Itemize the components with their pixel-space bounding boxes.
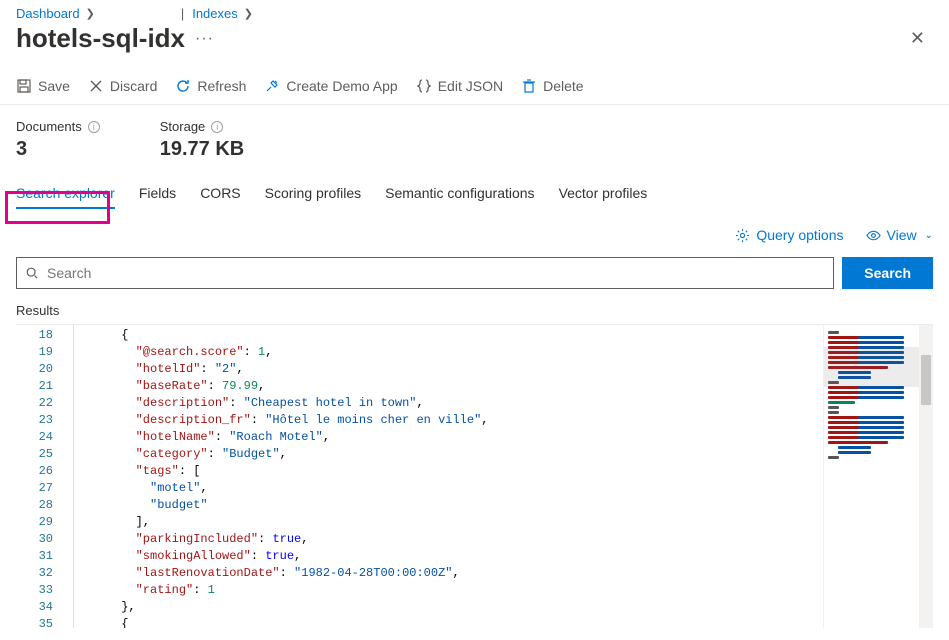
chevron-right-icon: ❯: [86, 7, 95, 20]
refresh-label: Refresh: [197, 78, 246, 94]
minimap-viewport[interactable]: [824, 347, 919, 387]
stat-storage: Storage i 19.77 KB: [160, 119, 245, 161]
discard-label: Discard: [110, 78, 157, 94]
chevron-right-icon: ❯: [244, 7, 253, 20]
delete-label: Delete: [543, 78, 583, 94]
title-row: hotels-sql-idx ··· ✕: [0, 21, 949, 72]
edit-json-label: Edit JSON: [438, 78, 503, 94]
tab-row: Search explorer Fields CORS Scoring prof…: [0, 179, 949, 209]
storage-label: Storage: [160, 119, 206, 134]
stats-row: Documents i 3 Storage i 19.77 KB: [0, 105, 949, 179]
trash-icon: [521, 78, 537, 94]
breadcrumb: Dashboard ❯ | Indexes ❯: [0, 0, 949, 21]
minimap[interactable]: [823, 325, 933, 628]
discard-button[interactable]: Discard: [88, 78, 157, 94]
search-box[interactable]: [16, 257, 834, 289]
create-demo-label: Create Demo App: [286, 78, 397, 94]
search-button[interactable]: Search: [842, 257, 933, 289]
line-gutter: 181920212223242526272829303132333435: [16, 325, 74, 628]
eye-icon: [866, 228, 881, 243]
page-title: hotels-sql-idx: [16, 23, 185, 54]
tab-search-explorer[interactable]: Search explorer: [16, 179, 115, 209]
tab-fields[interactable]: Fields: [139, 179, 176, 209]
edit-json-button[interactable]: Edit JSON: [416, 78, 503, 94]
query-bar: Query options View ⌄: [0, 209, 949, 251]
more-actions-button[interactable]: ···: [195, 30, 214, 48]
scrollbar[interactable]: [919, 325, 933, 628]
search-input[interactable]: [39, 259, 825, 287]
view-label: View: [887, 227, 917, 243]
save-button[interactable]: Save: [16, 78, 70, 94]
close-button[interactable]: ✕: [902, 24, 933, 53]
create-demo-button[interactable]: Create Demo App: [264, 78, 397, 94]
refresh-icon: [175, 78, 191, 94]
tools-icon: [264, 78, 280, 94]
save-icon: [16, 78, 32, 94]
view-button[interactable]: View ⌄: [866, 227, 933, 243]
refresh-button[interactable]: Refresh: [175, 78, 246, 94]
storage-value: 19.77 KB: [160, 138, 245, 161]
gear-icon: [735, 228, 750, 243]
tab-vector-profiles[interactable]: Vector profiles: [559, 179, 648, 209]
x-icon: [88, 78, 104, 94]
braces-icon: [416, 78, 432, 94]
search-row: Search: [0, 251, 949, 299]
breadcrumb-dashboard[interactable]: Dashboard: [16, 6, 80, 21]
toolbar: Save Discard Refresh Create Demo App Edi…: [0, 72, 949, 105]
documents-label: Documents: [16, 119, 82, 134]
info-icon[interactable]: i: [211, 121, 223, 133]
scrollbar-thumb[interactable]: [921, 355, 931, 405]
tab-cors[interactable]: CORS: [200, 179, 240, 209]
stat-documents: Documents i 3: [16, 119, 100, 161]
delete-button[interactable]: Delete: [521, 78, 583, 94]
code-content[interactable]: { "@search.score": 1, "hotelId": "2", "b…: [74, 325, 823, 628]
info-icon[interactable]: i: [88, 121, 100, 133]
search-icon: [25, 266, 39, 280]
tab-scoring-profiles[interactable]: Scoring profiles: [265, 179, 362, 209]
documents-value: 3: [16, 138, 100, 161]
query-options-label: Query options: [756, 227, 843, 243]
save-label: Save: [38, 78, 70, 94]
query-options-button[interactable]: Query options: [735, 227, 843, 243]
breadcrumb-separator: |: [181, 6, 184, 21]
breadcrumb-indexes[interactable]: Indexes: [192, 6, 238, 21]
results-label: Results: [0, 299, 949, 324]
tab-semantic-configurations[interactable]: Semantic configurations: [385, 179, 534, 209]
code-editor[interactable]: 181920212223242526272829303132333435 { "…: [16, 324, 933, 628]
chevron-down-icon: ⌄: [925, 230, 933, 241]
